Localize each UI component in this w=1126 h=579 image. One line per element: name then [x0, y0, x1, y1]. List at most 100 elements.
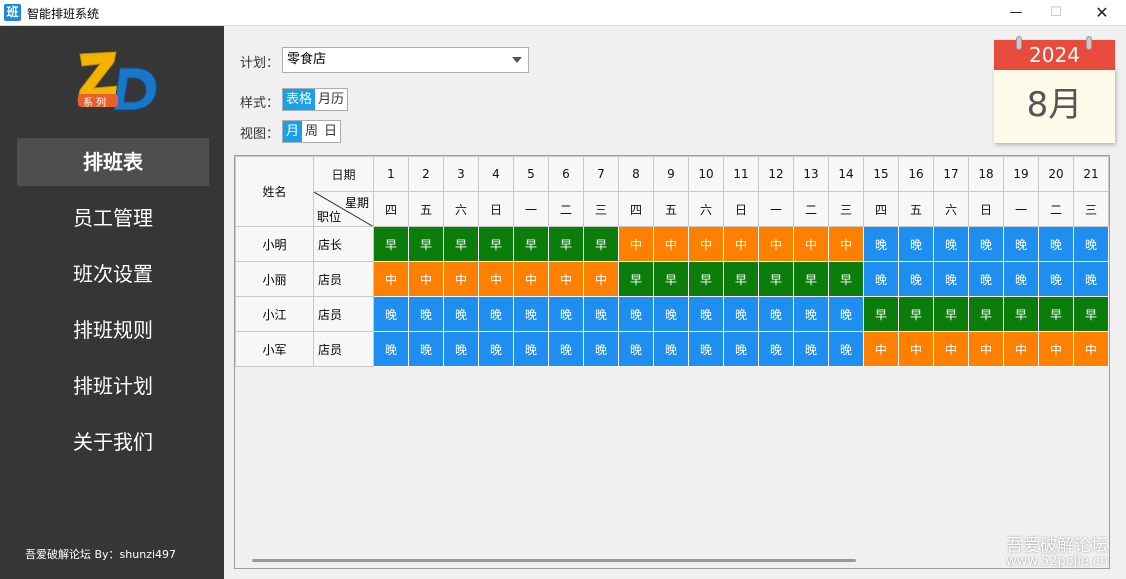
shift-cell[interactable]: 晚	[1003, 226, 1039, 262]
shift-cell[interactable]: 晚	[583, 331, 619, 367]
shift-cell[interactable]: 早	[723, 261, 759, 297]
shift-cell[interactable]: 中	[548, 261, 584, 297]
shift-cell[interactable]: 中	[1038, 331, 1074, 367]
shift-cell[interactable]: 早	[618, 261, 654, 297]
shift-cell[interactable]: 晚	[408, 331, 444, 367]
shift-cell[interactable]: 早	[933, 296, 969, 332]
shift-cell[interactable]: 晚	[688, 296, 724, 332]
shift-cell[interactable]: 早	[828, 261, 864, 297]
shift-cell[interactable]: 晚	[583, 296, 619, 332]
shift-cell[interactable]: 中	[1003, 331, 1039, 367]
shift-cell[interactable]: 早	[688, 261, 724, 297]
shift-cell[interactable]: 早	[1038, 296, 1074, 332]
shift-cell[interactable]: 晚	[618, 331, 654, 367]
shift-cell[interactable]: 晚	[828, 331, 864, 367]
shift-cell[interactable]: 中	[408, 261, 444, 297]
nav-about-us[interactable]: 关于我们	[17, 418, 209, 466]
shift-cell[interactable]: 中	[758, 226, 794, 262]
style-option-calendar[interactable]: 月历	[315, 89, 348, 110]
shift-cell[interactable]: 中	[443, 261, 479, 297]
shift-cell[interactable]: 晚	[933, 261, 969, 297]
shift-cell[interactable]: 早	[1108, 331, 1109, 367]
shift-cell[interactable]: 早	[1073, 296, 1109, 332]
shift-cell[interactable]: 晚	[863, 261, 899, 297]
shift-cell[interactable]: 晚	[478, 331, 514, 367]
shift-cell[interactable]: 晚	[1073, 226, 1109, 262]
shift-cell[interactable]: 晚	[793, 331, 829, 367]
shift-cell[interactable]: 中	[863, 331, 899, 367]
shift-cell[interactable]: 晚	[653, 296, 689, 332]
view-option-month[interactable]: 月	[283, 121, 303, 142]
shift-cell[interactable]: 早	[583, 226, 619, 262]
shift-cell[interactable]: 早	[513, 226, 549, 262]
shift-cell[interactable]: 中	[513, 261, 549, 297]
shift-cell[interactable]: 中	[653, 226, 689, 262]
shift-cell[interactable]: 晚	[618, 296, 654, 332]
close-button[interactable]: ✕	[1080, 0, 1124, 26]
shift-cell[interactable]: 中	[968, 331, 1004, 367]
horizontal-scrollbar[interactable]	[252, 559, 856, 562]
nav-schedule-rules[interactable]: 排班规则	[17, 306, 209, 354]
shift-cell[interactable]: 中	[1108, 296, 1109, 332]
shift-cell[interactable]: 早	[653, 261, 689, 297]
nav-schedule-table[interactable]: 排班表	[17, 138, 209, 186]
shift-cell[interactable]: 晚	[758, 296, 794, 332]
maximize-button[interactable]: ☐	[1034, 0, 1078, 26]
shift-cell[interactable]: 晚	[548, 331, 584, 367]
shift-cell[interactable]: 晚	[723, 296, 759, 332]
shift-cell[interactable]: 晚	[933, 226, 969, 262]
shift-cell[interactable]: 中	[688, 226, 724, 262]
shift-cell[interactable]: 中	[618, 226, 654, 262]
shift-cell[interactable]: 晚	[513, 296, 549, 332]
shift-cell[interactable]: 早	[758, 261, 794, 297]
shift-cell[interactable]: 早	[968, 296, 1004, 332]
shift-cell[interactable]: 晚	[1073, 261, 1109, 297]
shift-cell[interactable]: 中	[723, 226, 759, 262]
shift-cell[interactable]: 早	[478, 226, 514, 262]
shift-cell[interactable]: 晚	[1003, 261, 1039, 297]
shift-cell[interactable]: 早	[898, 296, 934, 332]
shift-cell[interactable]: 早	[373, 226, 409, 262]
nav-schedule-plan[interactable]: 排班计划	[17, 362, 209, 410]
shift-cell[interactable]: 晚	[373, 331, 409, 367]
shift-cell[interactable]: 晚	[478, 296, 514, 332]
shift-cell[interactable]: 晚	[688, 331, 724, 367]
nav-employee-management[interactable]: 员工管理	[17, 194, 209, 242]
shift-cell[interactable]: 中	[1073, 331, 1109, 367]
shift-cell[interactable]: 晚	[548, 296, 584, 332]
shift-cell[interactable]: 早	[1003, 296, 1039, 332]
shift-cell[interactable]: 晚	[758, 331, 794, 367]
shift-cell[interactable]: 早	[793, 261, 829, 297]
shift-cell[interactable]: 中	[898, 331, 934, 367]
shift-cell[interactable]: 早	[863, 296, 899, 332]
shift-cell[interactable]: 中	[478, 261, 514, 297]
shift-cell[interactable]: 中	[933, 331, 969, 367]
view-option-day[interactable]: 日	[321, 121, 341, 142]
shift-cell[interactable]: 晚	[968, 261, 1004, 297]
shift-cell[interactable]: 晚	[1108, 261, 1109, 297]
shift-cell[interactable]: 中	[793, 226, 829, 262]
minimize-button[interactable]: —	[994, 0, 1038, 26]
shift-cell[interactable]: 中	[583, 261, 619, 297]
shift-cell[interactable]: 晚	[408, 296, 444, 332]
shift-cell[interactable]: 中	[373, 261, 409, 297]
shift-cell[interactable]: 晚	[1038, 261, 1074, 297]
nav-shift-settings[interactable]: 班次设置	[17, 250, 209, 298]
schedule-grid[interactable]: 姓名日期12345678910111213141516171819202122星…	[234, 155, 1110, 569]
shift-cell[interactable]: 晚	[828, 296, 864, 332]
shift-cell[interactable]: 晚	[793, 296, 829, 332]
shift-cell[interactable]: 晚	[443, 296, 479, 332]
style-option-table[interactable]: 表格	[283, 89, 316, 110]
shift-cell[interactable]: 中	[828, 226, 864, 262]
plan-select[interactable]: 零食店	[282, 47, 529, 73]
shift-cell[interactable]: 晚	[373, 296, 409, 332]
shift-cell[interactable]: 晚	[443, 331, 479, 367]
shift-cell[interactable]: 晚	[1108, 226, 1109, 262]
shift-cell[interactable]: 晚	[513, 331, 549, 367]
shift-cell[interactable]: 早	[408, 226, 444, 262]
shift-cell[interactable]: 晚	[968, 226, 1004, 262]
view-option-week[interactable]: 周	[302, 121, 322, 142]
shift-cell[interactable]: 晚	[898, 226, 934, 262]
shift-cell[interactable]: 晚	[723, 331, 759, 367]
shift-cell[interactable]: 晚	[653, 331, 689, 367]
